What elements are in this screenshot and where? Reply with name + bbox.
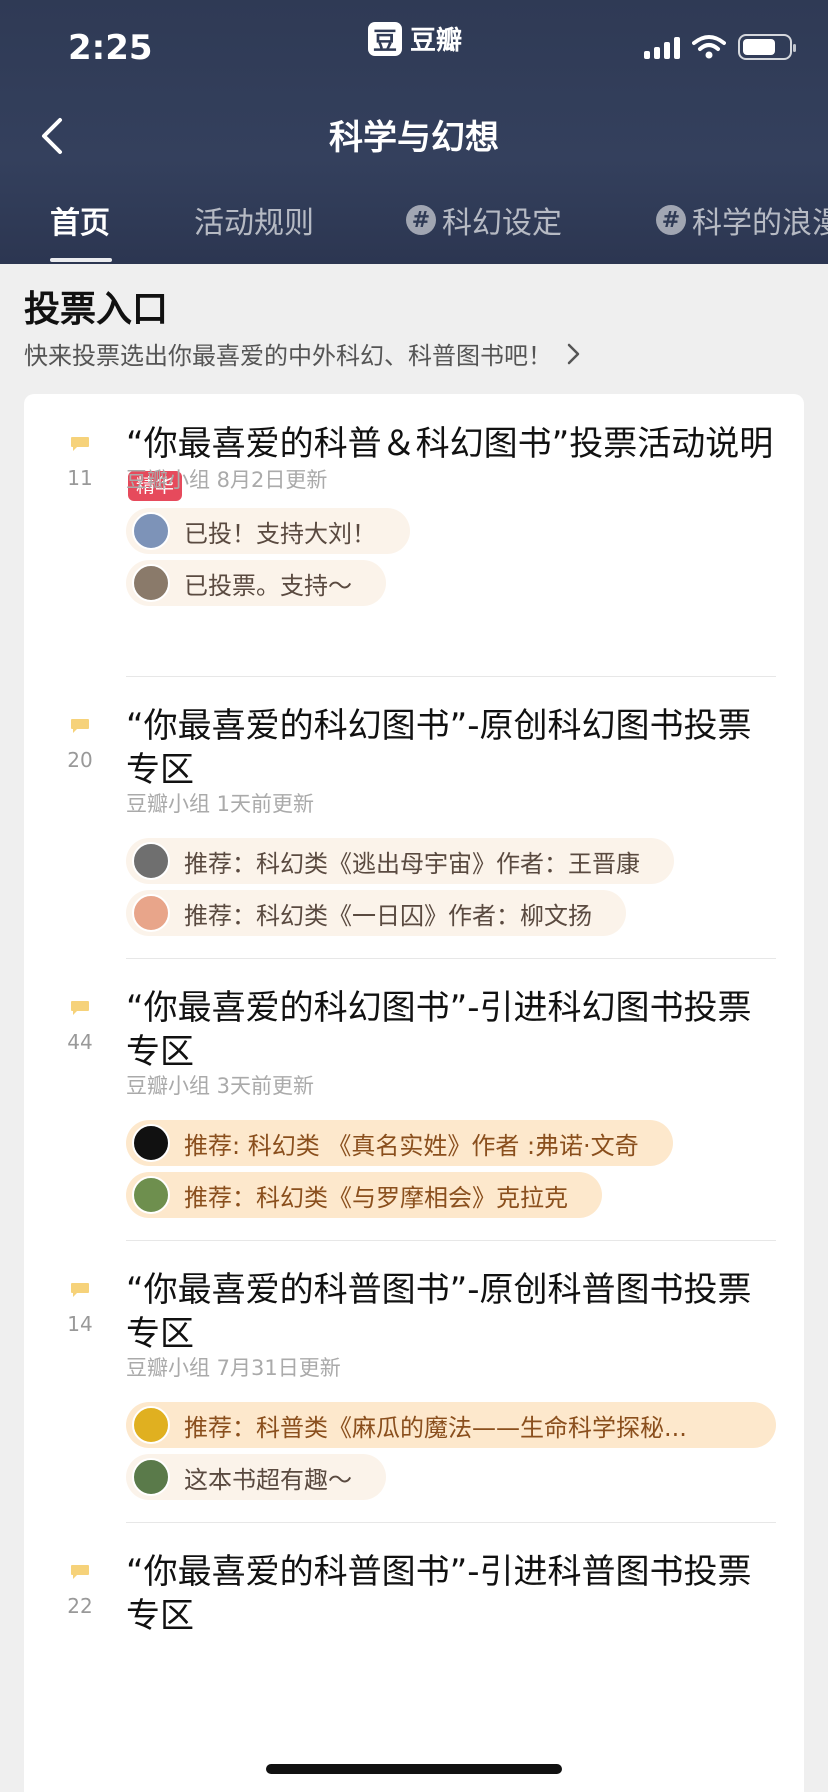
- hash-icon: #: [406, 205, 436, 235]
- tab-label: 科学的浪漫: [692, 206, 828, 241]
- count-text: 44: [67, 1030, 93, 1054]
- post-update-info: 豆瓣小组 8月2日更新: [126, 468, 328, 492]
- avatar: [132, 564, 170, 602]
- post-title[interactable]: “你最喜爱的科幻图书”-原创科幻图书投票专区: [126, 704, 776, 792]
- tab-active-indicator: [50, 258, 112, 262]
- header: 2:25 豆 豆瓣 科学与幻想 首页 活动规则 # 科幻设定 # 科学的浪漫: [0, 0, 828, 264]
- wifi-icon: [692, 35, 726, 59]
- avatar: [132, 1406, 170, 1444]
- hash-icon: #: [656, 205, 686, 235]
- status-icons: [644, 34, 796, 60]
- post-title[interactable]: “你最喜爱的科普图书”-引进科普图书投票专区: [126, 1550, 776, 1638]
- app-name: 豆瓣: [410, 26, 463, 56]
- comment-preview[interactable]: 推荐：科幻类《一日囚》作者：柳文扬: [126, 890, 626, 936]
- tab-label: 科幻设定: [442, 206, 562, 241]
- post-title[interactable]: “你最喜爱的科幻图书”-引进科幻图书投票专区: [126, 986, 776, 1074]
- comment-bubble-icon: [71, 1565, 89, 1579]
- post-update-info: 豆瓣小组 7月31日更新: [126, 1356, 341, 1380]
- tab-bar: 首页 活动规则 # 科幻设定 # 科学的浪漫: [0, 198, 828, 264]
- app-badge: 豆 豆瓣: [368, 20, 462, 57]
- douban-logo-icon: 豆: [368, 21, 402, 56]
- tab-science-romance[interactable]: # 科学的浪漫: [656, 198, 828, 242]
- post-title-text: “你最喜爱的科普＆科幻图书”投票活动说明: [126, 424, 774, 464]
- tab-rules[interactable]: 活动规则: [194, 198, 314, 242]
- comment-count: 11: [60, 436, 100, 490]
- tab-scifi-settings[interactable]: # 科幻设定: [406, 198, 562, 242]
- avatar: [132, 842, 170, 880]
- comment-bubble-icon: [71, 719, 89, 733]
- tab-home[interactable]: 首页: [50, 198, 110, 242]
- divider: [126, 1240, 776, 1241]
- comment-preview[interactable]: 推荐: 科幻类 《真名实姓》作者 :弗诺·文奇: [126, 1120, 673, 1166]
- divider: [126, 1522, 776, 1523]
- vote-entry-link[interactable]: 快来投票选出你最喜爱的中外科幻、科普图书吧！: [24, 336, 582, 371]
- comment-text: 推荐：科幻类《一日囚》作者：柳文扬: [184, 901, 592, 930]
- count-text: 14: [67, 1312, 93, 1336]
- chevron-right-icon: [567, 343, 580, 364]
- post-update-info: 豆瓣小组 3天前更新: [126, 1074, 315, 1098]
- post-update-info: 豆瓣小组 1天前更新: [126, 792, 315, 816]
- vote-entry-title: 投票入口: [24, 289, 169, 330]
- comment-text: 推荐: 科幻类 《真名实姓》作者 :弗诺·文奇: [184, 1131, 639, 1160]
- tab-label: 活动规则: [194, 206, 314, 241]
- avatar: [132, 1124, 170, 1162]
- comment-bubble-icon: [71, 437, 89, 451]
- comment-preview[interactable]: 推荐：科幻类《逃出母宇宙》作者：王晋康: [126, 838, 674, 884]
- comment-text: 推荐：科幻类《与罗摩相会》克拉克: [184, 1183, 568, 1212]
- battery-icon: [738, 34, 796, 60]
- status-time: 2:25: [68, 28, 153, 68]
- comment-count: 44: [60, 1000, 100, 1054]
- post-title[interactable]: “你最喜爱的科普图书”-原创科普图书投票专区: [126, 1268, 776, 1356]
- divider: [126, 676, 776, 677]
- comment-preview[interactable]: 推荐：科普类《麻瓜的魔法——生命科学探秘...: [126, 1402, 776, 1448]
- comment-count: 22: [60, 1564, 100, 1618]
- avatar: [132, 1176, 170, 1214]
- avatar: [132, 894, 170, 932]
- divider: [126, 958, 776, 959]
- signal-icon: [644, 35, 680, 59]
- avatar: [132, 512, 170, 550]
- count-text: 22: [67, 1594, 93, 1618]
- comment-preview[interactable]: 推荐：科幻类《与罗摩相会》克拉克: [126, 1172, 602, 1218]
- comment-preview[interactable]: 已投票。支持～: [126, 560, 386, 606]
- count-text: 20: [67, 748, 93, 772]
- avatar: [132, 1458, 170, 1496]
- tab-label: 首页: [50, 206, 110, 241]
- count-text: 11: [67, 466, 93, 490]
- vote-entry-subtitle: 快来投票选出你最喜爱的中外科幻、科普图书吧！: [24, 342, 552, 370]
- comment-text: 已投票。支持～: [184, 571, 352, 600]
- comment-bubble-icon: [71, 1283, 89, 1297]
- page-title: 科学与幻想: [329, 118, 499, 158]
- comment-preview[interactable]: 这本书超有趣～: [126, 1454, 386, 1500]
- comment-count: 20: [60, 718, 100, 772]
- topic-list-card: 11 “你最喜爱的科普＆科幻图书”投票活动说明精华 豆瓣小组 8月2日更新 已投…: [24, 394, 804, 1792]
- comment-count: 14: [60, 1282, 100, 1336]
- comment-preview[interactable]: 已投！支持大刘！: [126, 508, 410, 554]
- home-indicator: [266, 1764, 562, 1774]
- comment-text: 推荐：科普类《麻瓜的魔法——生命科学探秘...: [184, 1413, 687, 1442]
- comment-text: 这本书超有趣～: [184, 1465, 352, 1494]
- comment-text: 推荐：科幻类《逃出母宇宙》作者：王晋康: [184, 849, 640, 878]
- comment-text: 已投！支持大刘！: [184, 519, 376, 548]
- comment-bubble-icon: [71, 1001, 89, 1015]
